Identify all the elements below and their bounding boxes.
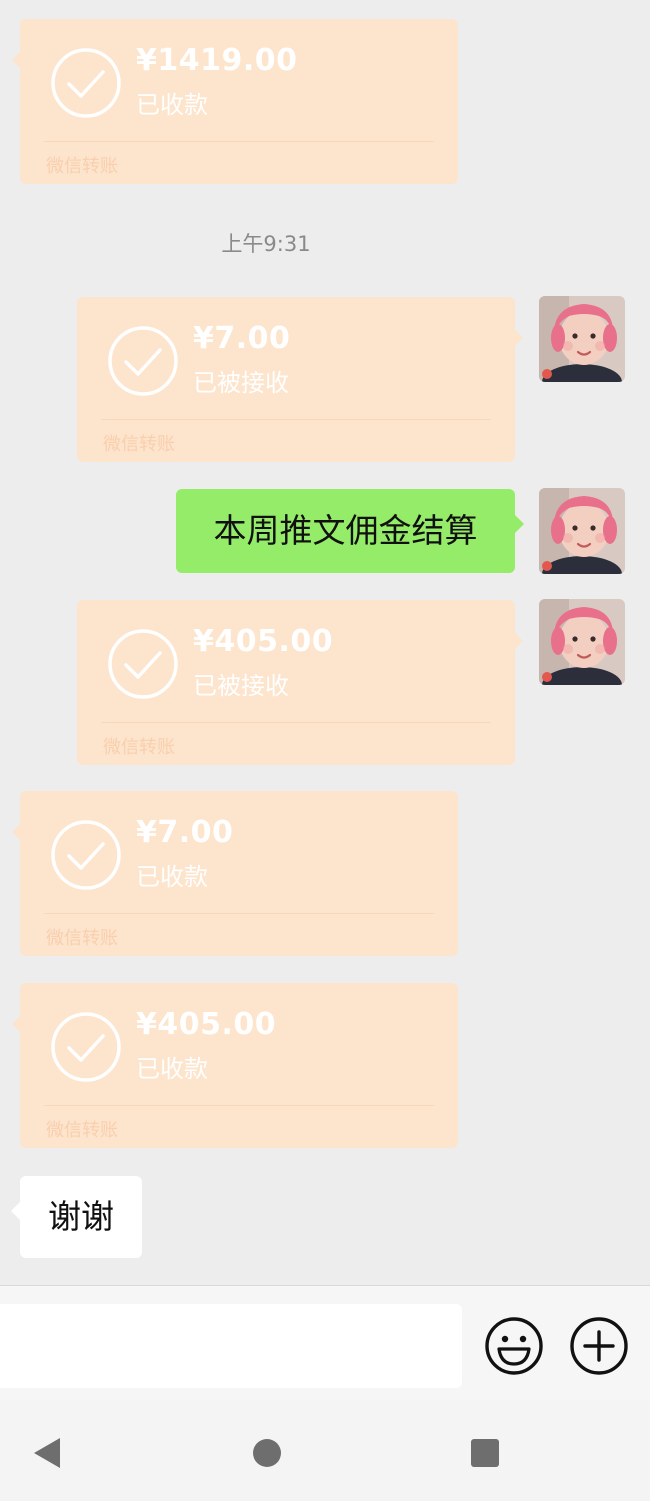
transfer-status: 已被接收 [193, 672, 289, 700]
smiley-face-icon[interactable] [484, 1316, 544, 1376]
avatar[interactable] [539, 296, 625, 382]
transfer-divider [101, 419, 491, 420]
transfer-divider [101, 722, 491, 723]
transfer-divider [44, 141, 434, 142]
transfer-footer: 微信转账 [46, 156, 118, 177]
transfer-status: 已收款 [136, 91, 208, 119]
transfer-amount: ¥7.00 [193, 321, 291, 356]
avatar[interactable] [539, 488, 625, 574]
transfer-amount: ¥405.00 [193, 624, 334, 659]
transfer-amount: ¥405.00 [136, 1007, 277, 1042]
check-circle-icon [108, 629, 178, 699]
transfer-message-received[interactable]: ¥7.00 已收款 微信转账 [12, 791, 458, 956]
received-text-message[interactable]: 谢谢 [11, 1176, 142, 1258]
transfer-footer: 微信转账 [46, 1120, 118, 1141]
transfer-status: 已收款 [136, 1055, 208, 1083]
recents-square-icon[interactable] [470, 1438, 500, 1468]
message-input[interactable] [0, 1304, 462, 1388]
check-circle-icon [51, 1012, 121, 1082]
transfer-amount: ¥1419.00 [136, 43, 298, 78]
transfer-status: 已被接收 [193, 369, 289, 397]
transfer-message-sent[interactable]: ¥7.00 已被接收 微信转账 [77, 297, 523, 462]
chat-area[interactable]: ¥1419.00 已收款 微信转账 上午9:31 ¥7.00 已被接收 微信转账… [0, 0, 650, 1285]
home-circle-icon[interactable] [252, 1438, 282, 1468]
transfer-footer: 微信转账 [103, 737, 175, 758]
message-text: 本周推文佣金结算 [213, 511, 478, 550]
check-circle-icon [51, 48, 121, 118]
transfer-amount: ¥7.00 [136, 815, 234, 850]
check-circle-icon [51, 820, 121, 890]
transfer-divider [44, 913, 434, 914]
back-triangle-icon[interactable] [30, 1436, 62, 1470]
sent-text-message[interactable]: 本周推文佣金结算 [176, 489, 524, 573]
check-circle-icon [108, 326, 178, 396]
transfer-footer: 微信转账 [46, 928, 118, 949]
avatar[interactable] [539, 599, 625, 685]
transfer-message-received[interactable]: ¥1419.00 已收款 微信转账 [12, 19, 458, 184]
navigation-bar [0, 1400, 650, 1501]
transfer-divider [44, 1105, 434, 1106]
transfer-status: 已收款 [136, 863, 208, 891]
transfer-footer: 微信转账 [103, 434, 175, 455]
transfer-message-sent[interactable]: ¥405.00 已被接收 微信转账 [77, 600, 523, 765]
plus-circle-icon[interactable] [569, 1316, 629, 1376]
input-bar [0, 1285, 650, 1401]
transfer-message-received[interactable]: ¥405.00 已收款 微信转账 [12, 983, 458, 1148]
message-timestamp: 上午9:31 [221, 232, 311, 256]
message-text: 谢谢 [48, 1197, 114, 1236]
